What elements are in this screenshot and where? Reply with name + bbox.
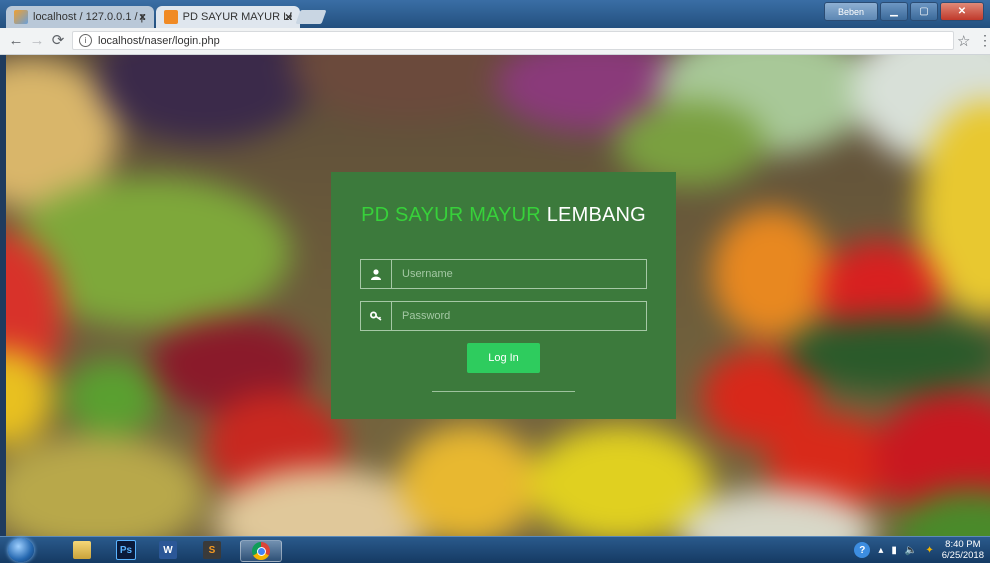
title-green-part: PD SAYUR MAYUR bbox=[361, 204, 541, 226]
clock-date: 6/25/2018 bbox=[941, 550, 984, 561]
info-icon[interactable]: i bbox=[79, 34, 92, 47]
system-tray: ? ▴ ▮ 🔈 ✦ 8:40 PM 6/25/2018 bbox=[854, 539, 984, 561]
forward-arrow-icon[interactable]: → bbox=[27, 31, 47, 51]
maximize-button[interactable]: ▢ bbox=[910, 2, 938, 21]
system-clock[interactable]: 8:40 PM 6/25/2018 bbox=[942, 539, 984, 561]
windows-taskbar: Ps W S ? ▴ ▮ 🔈 ✦ 8:40 PM 6/25/2018 bbox=[0, 536, 990, 563]
tab-title: PD SAYUR MAYUR LEMBA bbox=[182, 11, 292, 23]
volume-icon[interactable]: 🔈 bbox=[905, 545, 917, 556]
username-input[interactable] bbox=[392, 260, 646, 288]
start-button[interactable] bbox=[8, 538, 34, 562]
tab-close-icon[interactable]: × bbox=[285, 10, 292, 24]
window-controls: Beben ▁ ▢ ✕ bbox=[824, 2, 984, 21]
folder-icon bbox=[73, 541, 91, 559]
notification-icon[interactable]: ✦ bbox=[925, 545, 933, 556]
help-icon[interactable]: ? bbox=[854, 542, 871, 558]
back-arrow-icon[interactable]: ← bbox=[6, 31, 26, 51]
url-text: localhost/naser/login.php bbox=[98, 34, 220, 47]
browser-toolbar: ← → ⟳ i localhost/naser/login.php ☆ ⋮ bbox=[0, 28, 990, 55]
clock-time: 8:40 PM bbox=[945, 539, 981, 550]
username-field bbox=[360, 259, 647, 289]
taskbar-app-chrome[interactable] bbox=[240, 540, 282, 562]
network-icon[interactable]: ▮ bbox=[891, 545, 897, 556]
reload-icon[interactable]: ⟳ bbox=[48, 31, 68, 51]
page-title: PD SAYUR MAYUR LEMBANG bbox=[331, 204, 676, 227]
chrome-icon bbox=[252, 542, 270, 560]
star-icon[interactable]: ☆ bbox=[957, 32, 970, 50]
web-page: PD SAYUR MAYUR LEMBANG Log In bbox=[6, 55, 990, 536]
password-input[interactable] bbox=[392, 302, 646, 330]
new-tab-button[interactable] bbox=[295, 10, 327, 24]
key-icon bbox=[361, 302, 392, 330]
show-hidden-icons-icon[interactable]: ▴ bbox=[878, 545, 883, 556]
taskbar-app-sublime[interactable]: S bbox=[192, 540, 232, 560]
profile-button[interactable]: Beben bbox=[824, 2, 878, 21]
login-button[interactable]: Log In bbox=[467, 343, 540, 373]
taskbar-app-word[interactable]: W bbox=[148, 540, 188, 560]
minimize-button[interactable]: ▁ bbox=[880, 2, 908, 21]
kebab-menu-icon[interactable]: ⋮ bbox=[978, 32, 990, 49]
taskbar-app-file-manager[interactable] bbox=[62, 540, 102, 560]
password-field bbox=[360, 301, 647, 331]
address-bar[interactable]: i localhost/naser/login.php bbox=[72, 31, 954, 50]
divider bbox=[432, 391, 575, 392]
browser-tab-strip: localhost / 127.0.0.1 / pd × PD SAYUR MA… bbox=[0, 0, 990, 28]
tab-phpmyadmin[interactable]: localhost / 127.0.0.1 / pd × bbox=[6, 6, 154, 28]
phpmyadmin-favicon-icon bbox=[14, 10, 28, 24]
tab-close-icon[interactable]: × bbox=[139, 10, 146, 24]
site-favicon-icon bbox=[164, 10, 178, 24]
close-window-button[interactable]: ✕ bbox=[940, 2, 984, 21]
login-panel: PD SAYUR MAYUR LEMBANG Log In bbox=[331, 172, 676, 419]
word-icon: W bbox=[159, 541, 177, 559]
tab-pd-sayur-mayur[interactable]: PD SAYUR MAYUR LEMBA × bbox=[156, 6, 300, 28]
sublime-icon: S bbox=[203, 541, 221, 559]
user-icon bbox=[361, 260, 392, 288]
photoshop-icon: Ps bbox=[116, 540, 136, 560]
title-white-part: LEMBANG bbox=[546, 204, 646, 226]
tab-title: localhost / 127.0.0.1 / pd bbox=[33, 11, 145, 23]
taskbar-app-photoshop[interactable]: Ps bbox=[106, 540, 146, 560]
